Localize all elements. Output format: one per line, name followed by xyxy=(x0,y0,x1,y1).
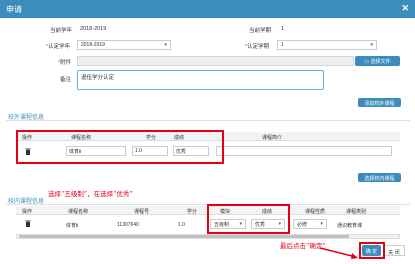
chevron-down-icon: ▾ xyxy=(320,221,323,227)
confirm-year-select-value: 2018-2019 xyxy=(81,42,105,48)
chevron-down-icon: ▾ xyxy=(370,42,373,48)
add-outside-course-button[interactable]: 添加校外课程 xyxy=(358,98,401,107)
dialog-titlebar: 申请 ✕ xyxy=(0,0,415,18)
nature-select-value: 必修 xyxy=(297,222,308,228)
intro-input[interactable] xyxy=(216,146,392,156)
inside-credit: 1.0 xyxy=(178,222,185,228)
scrollbar-thumb[interactable] xyxy=(19,235,349,238)
header-course-no: 课程号 xyxy=(134,209,150,215)
header-nature: 课程性质 xyxy=(305,209,326,215)
header-action: 操作 xyxy=(22,209,33,215)
remark-label: 备注 xyxy=(60,77,72,83)
choose-inside-course-button[interactable]: 选择校内课程 xyxy=(358,173,401,182)
choose-file-button[interactable]: ▭ 选择文件 xyxy=(355,56,400,66)
nature-select[interactable]: 必修 ▾ xyxy=(293,219,327,229)
close-icon[interactable]: ✕ xyxy=(401,3,409,14)
attachment-label: *附件 xyxy=(58,60,72,66)
horizontal-scrollbar[interactable] xyxy=(16,234,400,239)
confirm-term-select[interactable]: 1 ▾ xyxy=(277,40,377,50)
remark-text: 退伍学分认定 xyxy=(81,75,115,81)
annotation-highlight-confirm xyxy=(359,242,385,259)
chevron-down-icon: ▾ xyxy=(164,42,167,48)
confirm-year-select[interactable]: 2018-2019 ▾ xyxy=(77,40,171,50)
inside-course-no: 11307640 xyxy=(117,222,139,228)
confirm-term-label: *认定学期 xyxy=(245,44,270,50)
current-year-value: 2018-2019 xyxy=(80,26,107,32)
remark-textarea[interactable]: 退伍学分认定 xyxy=(77,70,324,90)
annotation-select-hint: 选择“五级制”，在选择“优秀” xyxy=(48,190,133,198)
inside-category: 通识教育课 xyxy=(337,223,363,229)
close-button[interactable]: 关 闭 xyxy=(383,245,405,256)
header-credit: 学分 xyxy=(187,209,198,215)
annotation-highlight-outside xyxy=(16,130,224,164)
dialog-title: 申请 xyxy=(6,5,22,14)
trash-icon[interactable] xyxy=(25,220,31,227)
divider xyxy=(6,120,410,121)
header-intro: 课程简介 xyxy=(262,135,283,141)
current-term-value: 1 xyxy=(281,26,285,32)
annotation-arrow xyxy=(319,247,358,259)
header-course-name: 课程名称 xyxy=(68,209,89,215)
confirm-term-select-value: 1 xyxy=(281,42,284,48)
current-year-label: 当前学年 xyxy=(50,28,73,34)
attachment-field[interactable] xyxy=(77,56,354,66)
annotation-highlight-inside xyxy=(207,204,290,234)
confirm-year-label: *认定学年 xyxy=(46,44,71,50)
header-category: 课程类别 xyxy=(346,209,367,215)
current-term-label: 当前学期 xyxy=(249,28,272,34)
inside-course-name: 体育Ⅱ xyxy=(66,223,79,229)
choose-file-label: 选择文件 xyxy=(370,59,391,65)
